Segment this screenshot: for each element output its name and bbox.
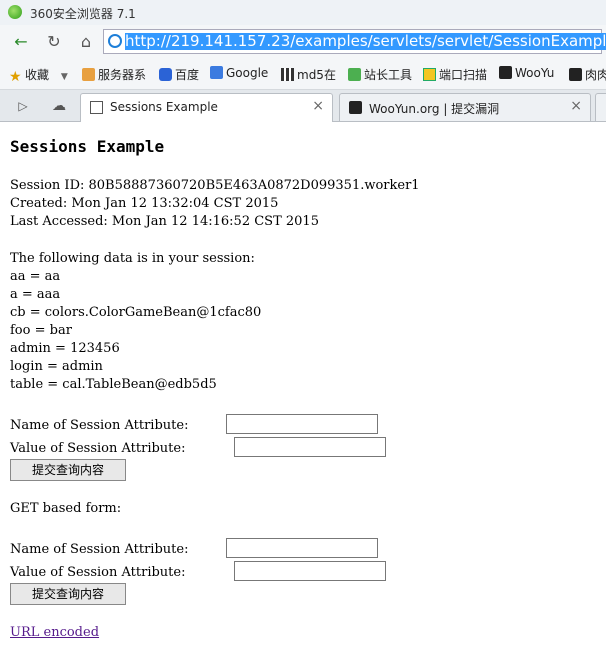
bookmark-item[interactable]: 端口扫描 [423,66,487,83]
bookmark-label: 服务器系 [98,68,147,82]
close-icon[interactable]: × [312,98,324,114]
tab-bar: ▷ ☁ Sessions Example × WooYun.org | 提交漏洞… [0,90,606,122]
star-icon: ★ [9,69,22,85]
get-submit-button[interactable]: 提交查询内容 [10,583,126,605]
post-name-label: Name of Session Attribute: [10,418,189,433]
chevron-down-icon[interactable]: ▼ [61,72,68,82]
globe-icon [108,34,122,48]
session-created: Created: Mon Jan 12 13:32:04 CST 2015 [10,196,279,211]
google-icon [210,66,223,79]
tab-wooyun[interactable]: WooYun.org | 提交漏洞 × [339,93,591,121]
post-value-input[interactable] [234,437,386,457]
bookmark-item[interactable]: 服务器系 [82,66,146,83]
window-title: 360安全浏览器 7.1 [30,7,136,21]
bookmark-item[interactable]: Google [210,66,268,80]
scan-icon [423,68,436,81]
get-value-label: Value of Session Attribute: [10,565,186,580]
session-last-accessed: Last Accessed: Mon Jan 12 14:16:52 CST 2… [10,214,319,229]
wooyun-icon [349,101,362,114]
tab-sessions-example[interactable]: Sessions Example × [80,93,333,122]
window-titlebar: 360安全浏览器 7.1 [0,0,606,25]
post-submit-button[interactable]: 提交查询内容 [10,459,126,481]
bookmark-item[interactable]: 站长工具 [348,66,412,83]
post-value-label: Value of Session Attribute: [10,441,186,456]
close-icon[interactable]: × [570,98,582,114]
session-item: table = cal.TableBean@edb5d5 [10,377,217,392]
baidu-icon [159,68,172,81]
bookmark-favorites[interactable]: ★ 收藏 ▼ [9,66,68,84]
server-icon [82,68,95,81]
address-url[interactable]: http://219.141.157.23/examples/servlets/… [125,33,606,50]
browser-logo-icon [8,5,22,19]
tab-label: WooYun.org | 提交漏洞 [369,102,500,116]
grid-icon [281,68,294,81]
get-name-input[interactable] [226,538,378,558]
bookmarks-bar: ★ 收藏 ▼ 服务器系 百度 Google md5在 站长工具 端口扫描 WooY… [0,59,606,90]
navigation-bar: ← ↻ ⌂ http://219.141.157.23/examples/ser… [0,25,606,59]
wooyun-icon [499,66,512,79]
bookmark-item[interactable]: 肉肉 [569,66,606,83]
bookmark-label: 肉肉 [585,68,606,82]
home-icon[interactable]: ⌂ [75,31,97,53]
bookmark-label: md5在 [297,68,336,82]
session-item: foo = bar [10,323,72,338]
bookmark-item[interactable]: WooYu [499,66,554,80]
session-data-intro: The following data is in your session: [10,251,255,266]
bookmark-item[interactable]: 百度 [159,66,199,83]
cloud-icon[interactable]: ☁ [48,95,70,117]
tab-label: Sessions Example [110,100,218,114]
url-encoded-link[interactable]: URL encoded [10,625,99,640]
bookmark-item[interactable]: md5在 [281,66,336,83]
get-name-label: Name of Session Attribute: [10,542,189,557]
get-form-heading: GET based form: [10,501,122,516]
bookmark-label: 站长工具 [364,68,413,82]
session-id: Session ID: 80B58887360720B5E463A0872D09… [10,178,420,193]
session-item: admin = 123456 [10,341,120,356]
wooyun-icon [569,68,582,81]
session-item: cb = colors.ColorGameBean@1cfac80 [10,305,262,320]
tools-icon [348,68,361,81]
back-arrow-icon[interactable]: ← [10,31,32,53]
refresh-icon[interactable]: ↻ [43,31,65,53]
session-item: login = admin [10,359,103,374]
bookmark-label: Google [226,66,269,80]
address-bar[interactable]: http://219.141.157.23/examples/servlets/… [103,29,606,54]
bookmark-label: 百度 [175,68,200,82]
bookmark-label: WooYu [515,66,555,80]
page-heading: Sessions Example [10,137,165,156]
session-item: a = aaa [10,287,61,302]
page-icon [90,101,103,114]
sidebar-toggle-icon[interactable]: ▷ [12,95,34,117]
session-item: aa = aa [10,269,61,284]
new-tab-button[interactable] [595,93,606,121]
get-value-input[interactable] [234,561,386,581]
post-name-input[interactable] [226,414,378,434]
bookmark-label: 端口扫描 [439,68,488,82]
bookmark-label: 收藏 [25,68,50,82]
